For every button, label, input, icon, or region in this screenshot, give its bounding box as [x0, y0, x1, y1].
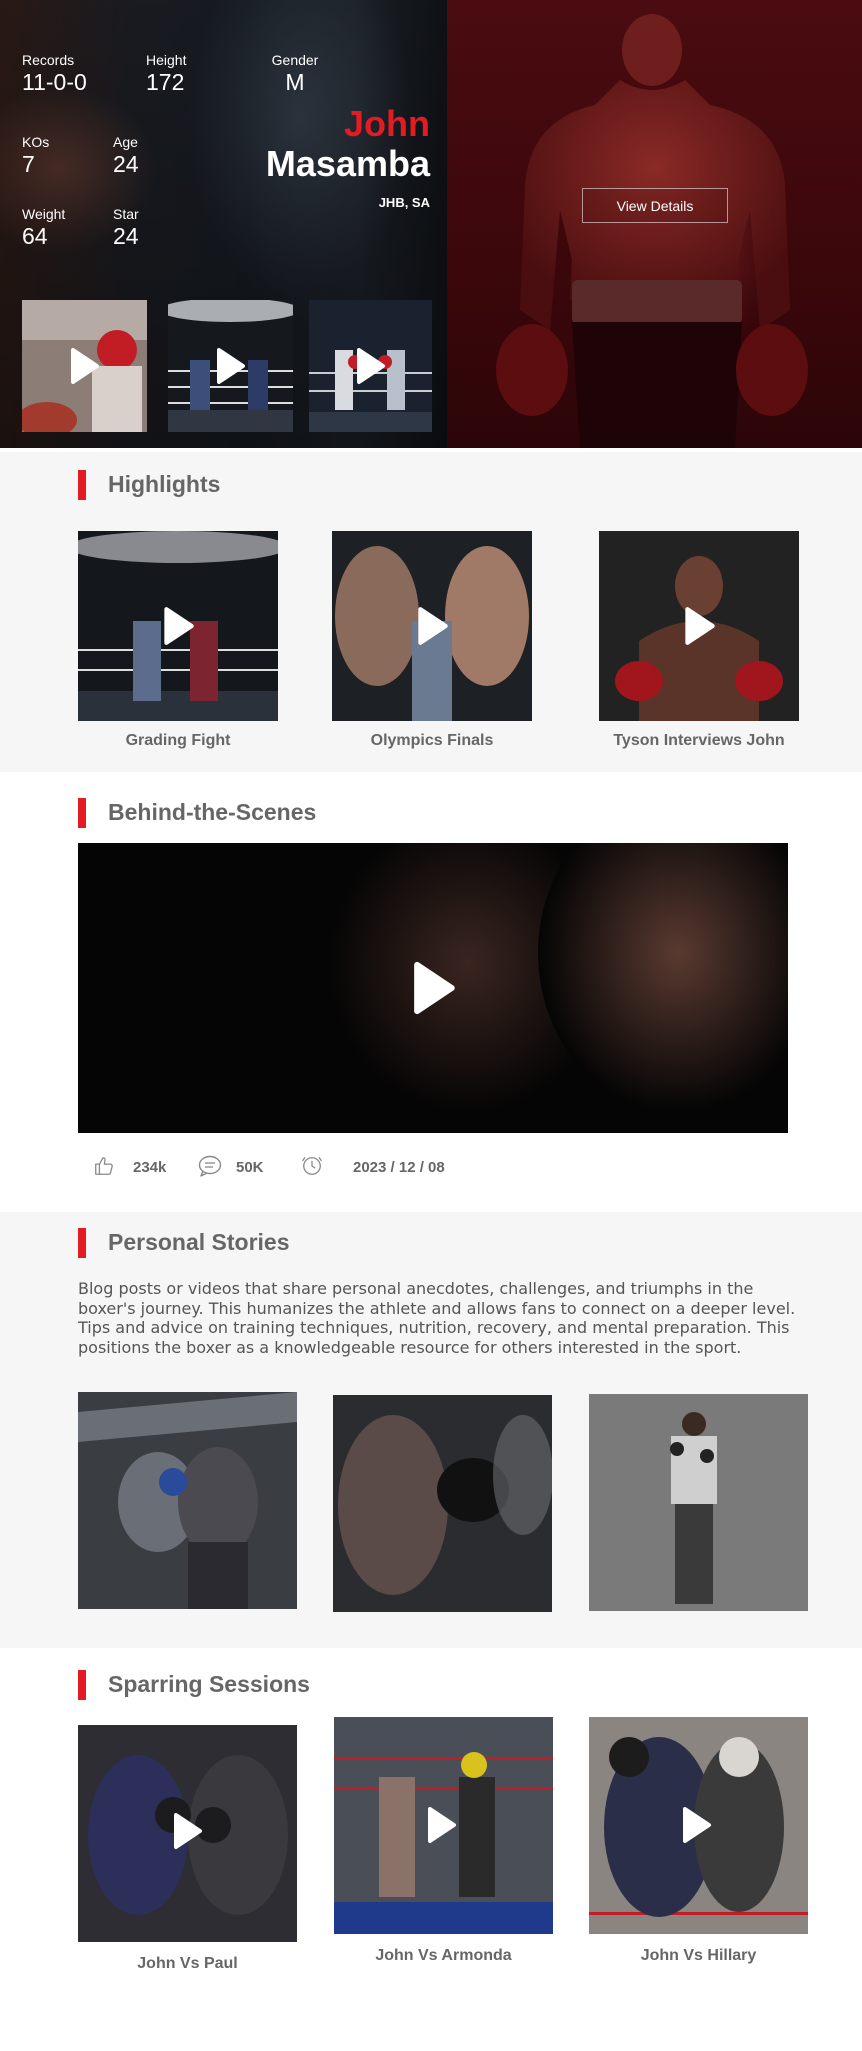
stat-weight: Weight 64 — [22, 206, 65, 249]
stat-height-value: 172 — [146, 69, 185, 95]
post-date: 2023 / 12 / 08 — [353, 1159, 445, 1176]
stat-gender-label: Gender — [271, 52, 319, 68]
fighter-first-name: John — [344, 103, 430, 144]
highlight-caption-2: Olympics Finals — [370, 732, 494, 749]
stat-gender-value: M — [285, 69, 305, 95]
section-accent-bar — [78, 470, 86, 500]
sparring-caption-1: John Vs Paul — [137, 1955, 238, 1972]
highlight-caption-3: Tyson Interviews John — [613, 732, 785, 749]
sparring-caption-3: John Vs Hillary — [640, 1947, 757, 1964]
stat-kos-label: KOs — [22, 134, 50, 150]
play-icon — [683, 1807, 711, 1843]
comments-count: 50K — [236, 1159, 264, 1176]
play-icon — [217, 348, 245, 384]
story-image-1[interactable] — [78, 1392, 297, 1609]
boxer-pose-photo — [589, 1394, 808, 1611]
stat-star-label: Star — [113, 206, 139, 222]
stat-height: Height 172 — [146, 52, 186, 95]
stat-age: Age 24 — [113, 134, 139, 177]
behind-the-scenes-video[interactable] — [78, 843, 788, 1133]
stat-kos: KOs 7 — [22, 134, 49, 177]
personal-stories-title: Personal Stories — [108, 1229, 290, 1255]
play-icon — [174, 1813, 202, 1849]
sparring-video-2[interactable] — [334, 1717, 553, 1934]
comment-icon[interactable] — [198, 1155, 222, 1177]
highlight-video-2[interactable] — [332, 531, 532, 721]
section-accent-bar — [78, 1228, 86, 1258]
gym-training-photo — [78, 1392, 297, 1609]
fighter-location: JHB, SA — [378, 195, 430, 210]
woman-boxing-photo — [333, 1395, 552, 1612]
highlight-video-1[interactable] — [78, 531, 278, 721]
view-details-button[interactable]: View Details — [582, 188, 728, 223]
stat-age-label: Age — [113, 134, 138, 150]
play-icon — [414, 961, 455, 1015]
stat-age-value: 24 — [113, 151, 139, 177]
sparring-sessions-title: Sparring Sessions — [108, 1671, 310, 1697]
personal-stories-text: Blog posts or videos that share personal… — [78, 1279, 796, 1357]
stat-records-value: 11-0-0 — [22, 69, 87, 95]
clock-icon — [302, 1157, 322, 1175]
thumbs-up-icon[interactable] — [93, 1155, 115, 1177]
stat-height-label: Height — [146, 52, 187, 68]
play-icon — [418, 607, 448, 645]
play-icon — [428, 1807, 456, 1843]
play-icon — [357, 348, 385, 384]
highlight-video-3[interactable] — [599, 531, 799, 721]
stat-star-value: 24 — [113, 223, 139, 249]
stat-gender: Gender M — [270, 52, 320, 95]
boxer-back-image — [496, 14, 808, 448]
hero-video-thumb-3[interactable] — [309, 300, 432, 432]
hero-banner: Records 11-0-0 Height 172 Gender M KOs 7… — [0, 0, 862, 448]
sparring-caption-2: John Vs Armonda — [375, 1947, 512, 1964]
highlight-caption-1: Grading Fight — [125, 732, 231, 749]
highlights-title: Highlights — [108, 471, 221, 497]
section-accent-bar — [78, 1670, 86, 1700]
hero-video-thumb-1[interactable] — [22, 300, 147, 432]
section-accent-bar — [78, 798, 86, 828]
stat-kos-value: 7 — [22, 151, 35, 177]
stat-weight-label: Weight — [22, 206, 66, 222]
stat-records: Records 11-0-0 — [22, 52, 87, 95]
stat-records-label: Records — [22, 52, 75, 68]
play-icon — [71, 348, 99, 384]
hero-video-thumb-2[interactable] — [168, 300, 293, 432]
stat-star: Star 24 — [113, 206, 139, 249]
fighter-last-name: Masamba — [265, 143, 430, 184]
likes-count: 234k — [133, 1159, 167, 1176]
sparring-video-3[interactable] — [589, 1717, 808, 1934]
story-image-3[interactable] — [589, 1394, 808, 1611]
stat-weight-value: 64 — [22, 223, 48, 249]
story-image-2[interactable] — [333, 1395, 552, 1612]
play-icon — [685, 607, 715, 645]
sparring-video-1[interactable] — [78, 1725, 297, 1942]
behind-the-scenes-title: Behind-the-Scenes — [108, 799, 317, 825]
play-icon — [164, 607, 194, 645]
